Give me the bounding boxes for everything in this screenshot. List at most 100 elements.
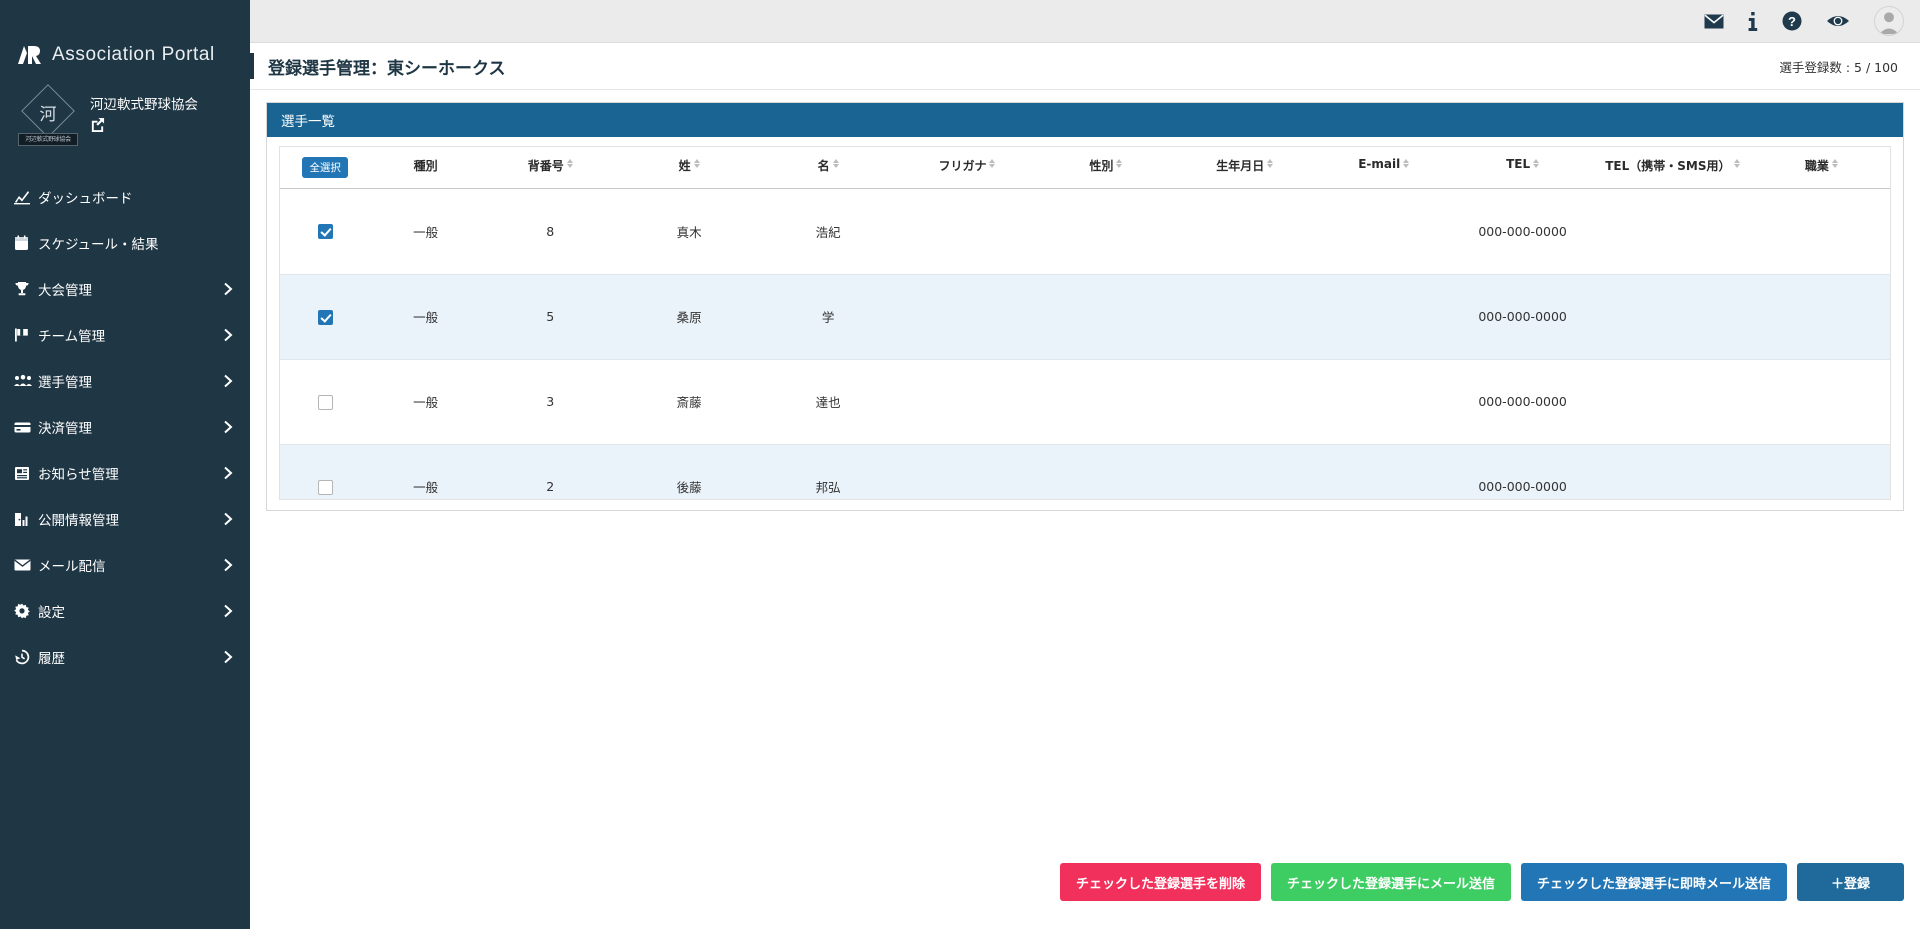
th-label: フリガナ (938, 157, 986, 174)
row-select-checkbox[interactable] (318, 224, 333, 239)
row-checkbox[interactable] (280, 444, 370, 499)
table-row[interactable]: 一般3斎藤達也000-000-0000 (280, 359, 1890, 444)
sidebar-item-players[interactable]: 選手管理 (0, 358, 250, 404)
immediate-mail-checked-players-button[interactable]: チェックした登録選手に即時メール送信 (1521, 863, 1787, 901)
chevron-right-icon (222, 650, 234, 664)
brand[interactable]: Association Portal (0, 0, 250, 74)
delete-checked-players-button[interactable]: チェックした登録選手を削除 (1060, 863, 1261, 901)
eye-icon[interactable] (1826, 12, 1850, 30)
cell-kana (898, 274, 1037, 359)
sidebar-item-team[interactable]: チーム管理 (0, 312, 250, 358)
cell-tel-mobile (1592, 274, 1753, 359)
row-checkbox[interactable] (280, 359, 370, 444)
cell-email (1314, 189, 1453, 274)
th-birthday[interactable]: 生年月日 (1175, 147, 1314, 188)
content: 選手一覧 (250, 90, 1920, 511)
cell-job (1753, 274, 1890, 359)
credit-card-icon (14, 421, 38, 434)
avatar[interactable] (1874, 6, 1904, 36)
th-job[interactable]: 職業 (1753, 147, 1890, 188)
th-label: 名 (818, 157, 830, 174)
sidebar-item-settings[interactable]: 設定 (0, 588, 250, 634)
cell-job (1753, 359, 1890, 444)
row-select-checkbox[interactable] (318, 480, 333, 495)
mail-checked-players-button[interactable]: チェックした登録選手にメール送信 (1271, 863, 1511, 901)
sidebar-item-dashboard[interactable]: ダッシュボード (0, 174, 250, 220)
th-tel[interactable]: TEL (1453, 147, 1592, 188)
th-number[interactable]: 背番号 (481, 147, 620, 188)
sort-icon[interactable] (1403, 157, 1409, 168)
row-checkbox[interactable] (280, 189, 370, 274)
table-header-row: 全選択 種別 背番号 (280, 147, 1890, 188)
add-player-button[interactable]: ＋登録 (1797, 863, 1904, 901)
sidebar-item-schedule[interactable]: スケジュール・結果 (0, 220, 250, 266)
panel-body: 全選択 種別 背番号 (267, 137, 1903, 510)
sort-icon[interactable] (989, 157, 995, 168)
table-body-scroll[interactable]: 一般8真木浩紀000-000-0000一般5桑原学000-000-0000一般3… (280, 189, 1890, 499)
sort-icon[interactable] (567, 157, 573, 168)
panel-title: 選手一覧 (281, 110, 335, 130)
sort-icon[interactable] (694, 157, 700, 168)
cell-first-name: 達也 (759, 359, 898, 444)
cell-birthday (1175, 444, 1314, 499)
cell-kana (898, 359, 1037, 444)
select-all-badge[interactable]: 全選択 (302, 157, 348, 178)
chevron-right-icon (222, 282, 234, 296)
th-label: 種別 (414, 157, 438, 174)
cell-job (1753, 189, 1890, 274)
th-tel-mobile[interactable]: TEL（携帯・SMS用） (1592, 147, 1753, 188)
cell-number: 8 (481, 189, 620, 274)
row-select-checkbox[interactable] (318, 395, 333, 410)
sort-icon[interactable] (1267, 157, 1273, 168)
sidebar-item-mail-delivery[interactable]: メール配信 (0, 542, 250, 588)
cell-email (1314, 444, 1453, 499)
info-icon[interactable] (1748, 12, 1758, 31)
cell-gender (1036, 189, 1175, 274)
th-email[interactable]: E-mail (1314, 147, 1453, 188)
sidebar-item-tournament[interactable]: 大会管理 (0, 266, 250, 312)
sidebar-item-label: お知らせ管理 (38, 463, 119, 483)
row-checkbox[interactable] (280, 274, 370, 359)
sidebar-item-public-info[interactable]: 公開情報管理 (0, 496, 250, 542)
th-last-name[interactable]: 姓 (620, 147, 759, 188)
th-label: 性別 (1089, 157, 1113, 174)
cell-gender (1036, 274, 1175, 359)
cell-type: 一般 (370, 189, 480, 274)
mail-icon[interactable] (1704, 14, 1724, 29)
sort-icon[interactable] (1734, 157, 1740, 168)
sort-icon[interactable] (1832, 157, 1838, 168)
sidebar-item-label: チーム管理 (38, 325, 105, 345)
history-clock-icon (14, 649, 38, 665)
sidebar-item-news[interactable]: お知らせ管理 (0, 450, 250, 496)
sidebar-item-history[interactable]: 履歴 (0, 634, 250, 680)
help-icon[interactable]: ? (1782, 11, 1802, 31)
table-row[interactable]: 一般5桑原学000-000-0000 (280, 274, 1890, 359)
th-first-name[interactable]: 名 (759, 147, 898, 188)
th-label: 生年月日 (1216, 157, 1264, 174)
brand-title: Association Portal (52, 44, 215, 66)
cell-number: 3 (481, 359, 620, 444)
sort-icon[interactable] (1533, 157, 1539, 168)
cell-job (1753, 444, 1890, 499)
th-gender[interactable]: 性別 (1036, 147, 1175, 188)
main-area: ? 登録選手管理：東シーホークス 選手登録数 : 5 / 100 選手一覧 (250, 0, 1920, 929)
player-table-wrapper: 全選択 種別 背番号 (279, 146, 1891, 500)
sidebar-item-label: ダッシュボード (38, 187, 133, 207)
sort-icon[interactable] (833, 157, 839, 168)
external-link-icon[interactable] (90, 117, 105, 137)
cell-gender (1036, 444, 1175, 499)
cell-birthday (1175, 359, 1314, 444)
table-row[interactable]: 一般2後藤邦弘000-000-0000 (280, 444, 1890, 499)
cell-type: 一般 (370, 274, 480, 359)
th-kana[interactable]: フリガナ (898, 147, 1037, 188)
cell-last-name: 真木 (620, 189, 759, 274)
svg-text:?: ? (1788, 14, 1796, 29)
table-row[interactable]: 一般8真木浩紀000-000-0000 (280, 189, 1890, 274)
sidebar-item-label: メール配信 (38, 555, 106, 575)
cell-tel-mobile (1592, 359, 1753, 444)
th-select-all[interactable]: 全選択 (280, 147, 370, 188)
sidebar: Association Portal 河 河辺軟式野球協会 河辺軟式野球協会 (0, 0, 250, 929)
sidebar-item-payment[interactable]: 決済管理 (0, 404, 250, 450)
sort-icon[interactable] (1116, 157, 1122, 168)
row-select-checkbox[interactable] (318, 310, 333, 325)
